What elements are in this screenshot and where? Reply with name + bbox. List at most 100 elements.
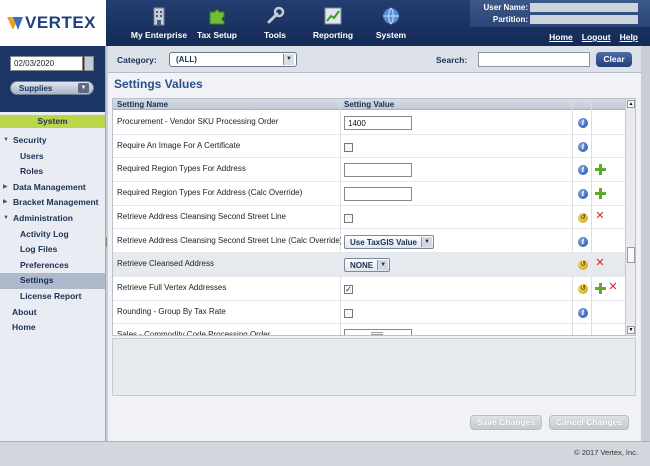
search-input[interactable] [478,52,590,67]
sidebar-item-preferences[interactable]: Preferences [0,258,105,274]
sidebar-item-users[interactable]: Users [0,149,105,165]
nav-label: Reporting [312,30,354,40]
sidebar-item-label: Data Management [13,181,86,192]
setting-select[interactable]: Use TaxGIS Value ▼ [344,234,434,249]
setting-name: Retrieve Address Cleansing Second Street… [117,211,286,221]
add-icon[interactable] [595,188,606,200]
info-icon[interactable]: i [578,165,588,176]
logo-text: VERTEX [25,13,97,32]
revert-icon[interactable]: ↺ [578,212,588,223]
info-icon[interactable]: i [578,236,588,247]
add-icon[interactable] [595,164,606,176]
settings-grid: Setting Name Setting Value Procurement -… [112,98,636,336]
setting-text-input[interactable] [344,163,412,178]
column-header-value[interactable]: Setting Value [344,100,394,109]
table-row[interactable]: Required Region Types For Address (Calc … [113,182,625,206]
collapsed-arrow-icon[interactable]: ▶ [3,195,8,211]
sidebar-item-label: Bracket Management [13,197,99,208]
section-header-system: System [0,115,105,128]
setting-name: Retrieve Address Cleansing Second Street… [117,235,341,245]
help-link[interactable]: Help [620,32,638,42]
info-icon[interactable]: i [578,141,588,152]
revert-icon[interactable]: ↺ [578,260,588,271]
expanded-arrow-icon[interactable]: ▼ [3,133,9,149]
sidebar-item-activity-log[interactable]: Activity Log [0,227,105,243]
delete-icon[interactable]: ✕ [608,281,618,292]
column-header-name[interactable]: Setting Name [117,100,168,109]
scroll-up-icon[interactable]: ▲ [627,100,635,108]
setting-checkbox[interactable] [344,308,353,318]
setting-checkbox[interactable]: ✓ [344,284,353,294]
sidebar-item-data-management[interactable]: ▶ Data Management [0,180,105,196]
grid-header: Setting Name Setting Value [113,99,635,110]
sidebar-item-settings[interactable]: Settings [0,273,105,289]
setting-text-input[interactable] [344,187,412,202]
sidebar-item-roles[interactable]: Roles [0,164,105,180]
delete-icon[interactable]: ✕ [595,210,605,221]
scroll-thumb[interactable] [627,247,635,263]
nav-tax-setup[interactable]: Tax Setup [188,5,246,40]
home-link[interactable]: Home [549,32,573,42]
sidebar-item-security[interactable]: ▼ Security [0,133,105,149]
setting-text-input[interactable]: 1400 [344,116,412,130]
table-row[interactable]: Required Region Types For Address i [113,158,625,183]
setting-select-value: Use TaxGIS Value [350,237,417,247]
checkmark-icon: ✓ [345,284,352,294]
calendar-button[interactable] [84,56,94,71]
sidebar-item-administration[interactable]: ▼ Administration [0,211,105,227]
cancel-changes-button[interactable]: Cancel Changes [549,415,629,430]
sidebar-item-license-report[interactable]: License Report [0,289,105,305]
nav-label: My Enterprise [130,30,188,40]
user-name-value [530,3,638,12]
nav-tools[interactable]: Tools [246,5,304,40]
logout-link[interactable]: Logout [582,32,611,42]
info-icon[interactable]: i [578,307,588,318]
sidebar-item-label: Settings [20,275,54,286]
setting-checkbox[interactable] [344,142,353,152]
expanded-arrow-icon[interactable]: ▼ [3,211,9,227]
sidebar-item-bracket-management[interactable]: ▶ Bracket Management [0,195,105,211]
revert-icon[interactable]: ↺ [578,283,588,294]
category-select[interactable]: (ALL) ▼ [169,52,297,67]
setting-name: Sales - Commodity Code Processing Order [117,330,271,336]
add-icon[interactable] [595,282,606,294]
sidebar-nav-list: ▼ Security Users Roles ▶ Data Management ▶ Brac… [0,128,105,336]
table-row[interactable]: Retrieve Address Cleansing Second Street… [113,230,625,254]
table-row[interactable]: Require An Image For A Certificate i [113,135,625,159]
nav-system[interactable]: System [362,5,420,40]
table-row[interactable]: Retrieve Address Cleansing Second Street… [113,206,625,230]
table-row[interactable]: Retrieve Cleansed Address NONE ▼ ↺ ✕ [113,253,625,277]
setting-select[interactable]: NONE ▼ [344,258,391,273]
scroll-down-icon[interactable]: ▼ [627,326,635,334]
details-pane [112,338,636,396]
sidebar-item-log-files[interactable]: Log Files [0,242,105,258]
sidebar-item-label: About [12,306,37,317]
info-icon[interactable]: i [578,189,588,200]
sidebar-item-label: Security [13,135,47,145]
setting-checkbox[interactable] [344,213,353,223]
user-name-label: User Name: [483,3,528,12]
date-input[interactable]: 02/03/2020 [10,56,83,71]
nav-my-enterprise[interactable]: My Enterprise [130,5,188,40]
globe-icon [380,5,402,27]
setting-name: Procurement - Vendor SKU Processing Orde… [117,117,279,126]
footer: © 2017 Vertex, Inc. [0,441,650,466]
grid-scrollbar[interactable]: ▲ ▼ [625,99,635,335]
sidebar-item-about[interactable]: About [0,305,105,321]
table-row[interactable]: Procurement - Vendor SKU Processing Orde… [113,111,625,135]
info-icon[interactable]: i [578,118,588,128]
collapsed-arrow-icon[interactable]: ▶ [3,180,8,196]
sidebar-item-home[interactable]: Home [0,320,105,336]
sidebar-item-label: Log Files [20,244,58,255]
save-changes-button[interactable]: Save Changes [470,415,542,430]
pane-resize-handle[interactable] [371,332,383,335]
table-row[interactable]: Rounding - Group By Tax Rate i [113,301,625,325]
table-row[interactable]: Sales - Commodity Code Processing Order [113,324,625,336]
nav-label: Tools [263,30,287,40]
supplies-dropdown[interactable]: Supplies ▼ [10,81,94,95]
clear-button[interactable]: Clear [596,52,632,67]
delete-icon[interactable]: ✕ [595,258,605,269]
nav-reporting[interactable]: Reporting [304,5,362,40]
table-row[interactable]: Retrieve Full Vertex Addresses ✓ ↺ ✕ [113,277,625,301]
chevron-down-icon: ▼ [283,54,294,65]
